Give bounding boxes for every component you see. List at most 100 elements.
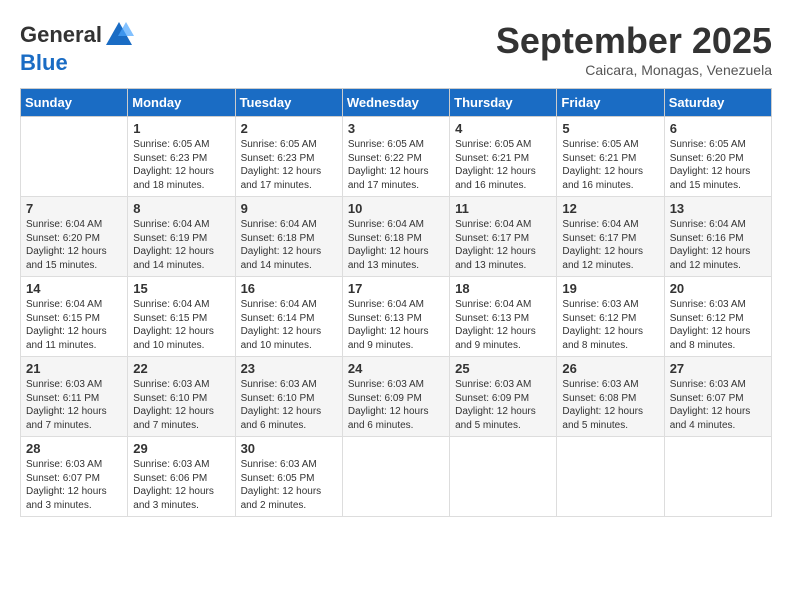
- day-cell: [21, 117, 128, 197]
- day-info: Sunrise: 6:03 AM Sunset: 6:12 PM Dayligh…: [562, 298, 658, 352]
- day-number: 22: [133, 361, 229, 376]
- day-info: Sunrise: 6:03 AM Sunset: 6:10 PM Dayligh…: [133, 378, 229, 432]
- day-cell: 16 Sunrise: 6:04 AM Sunset: 6:14 PM Dayli…: [235, 277, 342, 357]
- day-cell: 1 Sunrise: 6:05 AM Sunset: 6:23 PM Daylig…: [128, 117, 235, 197]
- day-info: Sunrise: 6:03 AM Sunset: 6:05 PM Dayligh…: [241, 458, 337, 512]
- day-number: 2: [241, 121, 337, 136]
- day-number: 13: [670, 201, 766, 216]
- day-number: 23: [241, 361, 337, 376]
- day-info: Sunrise: 6:04 AM Sunset: 6:13 PM Dayligh…: [348, 298, 444, 352]
- day-info: Sunrise: 6:05 AM Sunset: 6:21 PM Dayligh…: [562, 138, 658, 192]
- header-saturday: Saturday: [664, 89, 771, 117]
- day-number: 14: [26, 281, 122, 296]
- day-number: 24: [348, 361, 444, 376]
- day-cell: 10 Sunrise: 6:04 AM Sunset: 6:18 PM Dayli…: [342, 197, 449, 277]
- day-cell: 13Sunrise: 6:04 AM Sunset: 6:16 PM Dayli…: [664, 197, 771, 277]
- day-info: Sunrise: 6:04 AM Sunset: 6:18 PM Dayligh…: [348, 218, 444, 272]
- calendar-header-row: SundayMondayTuesdayWednesdayThursdayFrid…: [21, 89, 772, 117]
- day-number: 20: [670, 281, 766, 296]
- logo-general-text: General: [20, 22, 102, 48]
- day-info: Sunrise: 6:05 AM Sunset: 6:20 PM Dayligh…: [670, 138, 766, 192]
- logo-blue-text: Blue: [20, 50, 68, 76]
- day-cell: 24 Sunrise: 6:03 AM Sunset: 6:09 PM Dayli…: [342, 357, 449, 437]
- day-info: Sunrise: 6:04 AM Sunset: 6:20 PM Dayligh…: [26, 218, 122, 272]
- day-cell: 25 Sunrise: 6:03 AM Sunset: 6:09 PM Dayli…: [450, 357, 557, 437]
- day-info: Sunrise: 6:03 AM Sunset: 6:11 PM Dayligh…: [26, 378, 122, 432]
- header-friday: Friday: [557, 89, 664, 117]
- week-row-4: 21Sunrise: 6:03 AM Sunset: 6:11 PM Dayli…: [21, 357, 772, 437]
- header-thursday: Thursday: [450, 89, 557, 117]
- day-info: Sunrise: 6:03 AM Sunset: 6:09 PM Dayligh…: [455, 378, 551, 432]
- day-info: Sunrise: 6:04 AM Sunset: 6:15 PM Dayligh…: [26, 298, 122, 352]
- day-number: 16: [241, 281, 337, 296]
- day-cell: 26 Sunrise: 6:03 AM Sunset: 6:08 PM Dayli…: [557, 357, 664, 437]
- day-info: Sunrise: 6:04 AM Sunset: 6:13 PM Dayligh…: [455, 298, 551, 352]
- week-row-1: 1 Sunrise: 6:05 AM Sunset: 6:23 PM Daylig…: [21, 117, 772, 197]
- day-cell: 6 Sunrise: 6:05 AM Sunset: 6:20 PM Daylig…: [664, 117, 771, 197]
- week-row-3: 14 Sunrise: 6:04 AM Sunset: 6:15 PM Dayli…: [21, 277, 772, 357]
- day-info: Sunrise: 6:03 AM Sunset: 6:07 PM Dayligh…: [26, 458, 122, 512]
- day-cell: 15Sunrise: 6:04 AM Sunset: 6:15 PM Dayli…: [128, 277, 235, 357]
- day-cell: 2 Sunrise: 6:05 AM Sunset: 6:23 PM Daylig…: [235, 117, 342, 197]
- day-number: 25: [455, 361, 551, 376]
- day-number: 9: [241, 201, 337, 216]
- day-cell: 8Sunrise: 6:04 AM Sunset: 6:19 PM Daylig…: [128, 197, 235, 277]
- day-info: Sunrise: 6:03 AM Sunset: 6:08 PM Dayligh…: [562, 378, 658, 432]
- day-cell: 5 Sunrise: 6:05 AM Sunset: 6:21 PM Daylig…: [557, 117, 664, 197]
- day-number: 6: [670, 121, 766, 136]
- title-area: September 2025 Caicara, Monagas, Venezue…: [496, 20, 772, 78]
- day-cell: 29Sunrise: 6:03 AM Sunset: 6:06 PM Dayli…: [128, 437, 235, 517]
- day-cell: 4Sunrise: 6:05 AM Sunset: 6:21 PM Daylig…: [450, 117, 557, 197]
- day-cell: 30 Sunrise: 6:03 AM Sunset: 6:05 PM Dayli…: [235, 437, 342, 517]
- day-cell: 12 Sunrise: 6:04 AM Sunset: 6:17 PM Dayli…: [557, 197, 664, 277]
- week-row-2: 7Sunrise: 6:04 AM Sunset: 6:20 PM Daylig…: [21, 197, 772, 277]
- day-info: Sunrise: 6:05 AM Sunset: 6:22 PM Dayligh…: [348, 138, 444, 192]
- day-number: 1: [133, 121, 229, 136]
- day-info: Sunrise: 6:05 AM Sunset: 6:23 PM Dayligh…: [241, 138, 337, 192]
- day-number: 12: [562, 201, 658, 216]
- header-sunday: Sunday: [21, 89, 128, 117]
- day-info: Sunrise: 6:03 AM Sunset: 6:12 PM Dayligh…: [670, 298, 766, 352]
- day-cell: 19 Sunrise: 6:03 AM Sunset: 6:12 PM Dayli…: [557, 277, 664, 357]
- day-number: 28: [26, 441, 122, 456]
- day-number: 18: [455, 281, 551, 296]
- day-number: 5: [562, 121, 658, 136]
- day-info: Sunrise: 6:05 AM Sunset: 6:21 PM Dayligh…: [455, 138, 551, 192]
- day-info: Sunrise: 6:04 AM Sunset: 6:17 PM Dayligh…: [455, 218, 551, 272]
- location-subtitle: Caicara, Monagas, Venezuela: [496, 62, 772, 78]
- day-info: Sunrise: 6:04 AM Sunset: 6:18 PM Dayligh…: [241, 218, 337, 272]
- day-info: Sunrise: 6:03 AM Sunset: 6:09 PM Dayligh…: [348, 378, 444, 432]
- day-number: 19: [562, 281, 658, 296]
- day-number: 15: [133, 281, 229, 296]
- day-cell: 28 Sunrise: 6:03 AM Sunset: 6:07 PM Dayli…: [21, 437, 128, 517]
- day-number: 26: [562, 361, 658, 376]
- day-cell: 18 Sunrise: 6:04 AM Sunset: 6:13 PM Dayli…: [450, 277, 557, 357]
- day-cell: 21Sunrise: 6:03 AM Sunset: 6:11 PM Dayli…: [21, 357, 128, 437]
- day-info: Sunrise: 6:04 AM Sunset: 6:17 PM Dayligh…: [562, 218, 658, 272]
- day-cell: 22 Sunrise: 6:03 AM Sunset: 6:10 PM Dayli…: [128, 357, 235, 437]
- day-number: 27: [670, 361, 766, 376]
- day-info: Sunrise: 6:04 AM Sunset: 6:19 PM Dayligh…: [133, 218, 229, 272]
- day-number: 29: [133, 441, 229, 456]
- logo: General Blue: [20, 20, 134, 76]
- day-info: Sunrise: 6:04 AM Sunset: 6:14 PM Dayligh…: [241, 298, 337, 352]
- day-cell: 20 Sunrise: 6:03 AM Sunset: 6:12 PM Dayli…: [664, 277, 771, 357]
- day-number: 11: [455, 201, 551, 216]
- day-cell: [450, 437, 557, 517]
- day-cell: 23Sunrise: 6:03 AM Sunset: 6:10 PM Dayli…: [235, 357, 342, 437]
- day-number: 30: [241, 441, 337, 456]
- day-info: Sunrise: 6:05 AM Sunset: 6:23 PM Dayligh…: [133, 138, 229, 192]
- day-cell: 14 Sunrise: 6:04 AM Sunset: 6:15 PM Dayli…: [21, 277, 128, 357]
- day-cell: 17 Sunrise: 6:04 AM Sunset: 6:13 PM Dayli…: [342, 277, 449, 357]
- day-number: 10: [348, 201, 444, 216]
- day-cell: 3Sunrise: 6:05 AM Sunset: 6:22 PM Daylig…: [342, 117, 449, 197]
- day-cell: [664, 437, 771, 517]
- month-title: September 2025: [496, 20, 772, 62]
- day-number: 17: [348, 281, 444, 296]
- day-cell: 7Sunrise: 6:04 AM Sunset: 6:20 PM Daylig…: [21, 197, 128, 277]
- header-wednesday: Wednesday: [342, 89, 449, 117]
- week-row-5: 28 Sunrise: 6:03 AM Sunset: 6:07 PM Dayli…: [21, 437, 772, 517]
- calendar-table: SundayMondayTuesdayWednesdayThursdayFrid…: [20, 88, 772, 517]
- day-cell: 27Sunrise: 6:03 AM Sunset: 6:07 PM Dayli…: [664, 357, 771, 437]
- day-cell: 9 Sunrise: 6:04 AM Sunset: 6:18 PM Daylig…: [235, 197, 342, 277]
